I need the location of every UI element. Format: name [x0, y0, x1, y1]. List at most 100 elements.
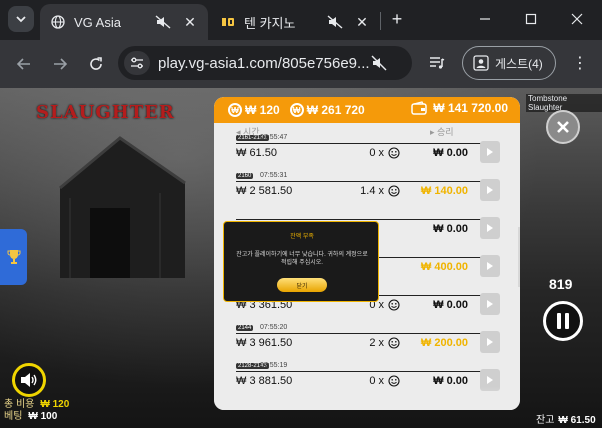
- wallet-icon: [411, 101, 428, 115]
- history-header: ₩ ₩ 120 ₩ ₩ 261 720 ₩ 141 720.00: [214, 97, 520, 123]
- bet-label: 베팅: [4, 411, 23, 422]
- balance-info: 잔고 ₩ 61.50: [536, 411, 596, 426]
- round-bet: ₩ 3 961.50: [236, 337, 293, 349]
- bet-info: 총 비용 ₩ 120 베팅 ₩ 100: [4, 399, 69, 423]
- trophy-button[interactable]: [0, 229, 27, 285]
- arrow-left-icon: [16, 58, 30, 70]
- round-multiplier: 0 x: [369, 375, 384, 387]
- close-game-button[interactable]: [546, 110, 580, 144]
- coin-icon: ₩: [228, 103, 242, 117]
- tab-ten-casino[interactable]: 텐 카지노 ✕: [210, 4, 380, 40]
- total-bet-value: ₩ 120: [40, 399, 70, 410]
- row-divider: [236, 371, 488, 372]
- round-multiplier: 0 x: [369, 147, 384, 159]
- round-win: ₩ 0.00: [433, 299, 468, 311]
- casino-favicon-icon: [220, 14, 236, 30]
- history-row: 2144 07:55:20 ₩ 3 961.50 2 x ₩ 200.00: [214, 323, 520, 361]
- muted-speaker-icon[interactable]: [326, 15, 344, 29]
- pause-button[interactable]: [543, 301, 583, 341]
- replay-button[interactable]: [480, 331, 500, 353]
- replay-button[interactable]: [480, 141, 500, 163]
- media-controls-icon[interactable]: [428, 54, 446, 72]
- round-multiplier: 2 x: [369, 337, 384, 349]
- play-icon: [487, 224, 493, 232]
- browser-menu-button[interactable]: ⋮: [572, 54, 588, 74]
- url-text[interactable]: play.vg-asia1.com/805e756e9...: [158, 55, 370, 72]
- new-tab-button[interactable]: +: [386, 8, 408, 30]
- row-divider: [236, 333, 488, 334]
- site-info-button[interactable]: [124, 51, 150, 75]
- header-bet: ₩ 120: [245, 103, 280, 117]
- header-balance: ₩ 141 720.00: [433, 101, 508, 115]
- round-tag: 2160: [236, 173, 254, 179]
- screen: VG Asia ✕ 텐 카지노 ✕ + play.vg-asia1.com/80…: [0, 0, 602, 428]
- row-divider: [236, 143, 488, 144]
- game-logo: SLAUGHTER: [36, 102, 175, 123]
- total-bet-label: 총 비용: [4, 399, 35, 410]
- chevron-down-icon: [16, 16, 26, 23]
- round-win: ₩ 200.00: [420, 337, 468, 349]
- minimize-button[interactable]: [462, 6, 508, 32]
- guest-profile-icon: [473, 55, 489, 71]
- smiley-icon: [388, 147, 400, 159]
- balance-label: 잔고: [536, 415, 555, 426]
- history-scrollbar[interactable]: [518, 227, 520, 287]
- profile-label: 게스트(4): [495, 56, 543, 71]
- tab-title: VG Asia: [74, 14, 121, 30]
- tune-icon: [131, 57, 143, 69]
- round-time: 07:55:47: [260, 134, 288, 141]
- close-tab-icon[interactable]: ✕: [352, 14, 372, 31]
- replay-button[interactable]: [480, 255, 500, 277]
- round-win: ₩ 0.00: [433, 223, 468, 235]
- smiley-icon: [388, 337, 400, 349]
- balance-value: ₩ 61.50: [558, 415, 596, 426]
- dialog-message: 잔고가 플레이하기에 너무 낮습니다. 귀하의 계정으로 적립해 주십시오.: [236, 252, 368, 266]
- tab-search-button[interactable]: [8, 6, 34, 32]
- globe-icon: [50, 14, 66, 30]
- history-row: 2161-2181 07:55:47 ₩ 61.50 0 x ₩ 0.00: [214, 133, 520, 171]
- tab-title: 텐 카지노: [244, 15, 296, 31]
- panel-fade: [214, 387, 520, 410]
- tab-muted-icon[interactable]: [370, 54, 388, 72]
- play-icon: [487, 300, 493, 308]
- round-win: ₩ 140.00: [420, 185, 468, 197]
- reload-button[interactable]: [84, 52, 108, 76]
- round-multiplier: 1.4 x: [360, 185, 384, 197]
- profile-button[interactable]: 게스트(4): [462, 46, 556, 80]
- tab-separator: [380, 12, 381, 30]
- play-icon: [487, 148, 493, 156]
- back-button[interactable]: [12, 52, 36, 76]
- reload-icon: [90, 57, 102, 70]
- sound-button[interactable]: [12, 363, 46, 397]
- tab-vg-asia[interactable]: VG Asia ✕: [40, 4, 208, 40]
- arrow-right-icon: [54, 58, 68, 70]
- coin-icon: ₩: [289, 103, 304, 117]
- replay-button[interactable]: [480, 179, 500, 201]
- forward-button[interactable]: [48, 52, 72, 76]
- address-bar[interactable]: play.vg-asia1.com/805e756e9...: [118, 46, 412, 80]
- muted-speaker-icon[interactable]: [154, 15, 172, 29]
- play-icon: [487, 338, 493, 346]
- maximize-button[interactable]: [508, 6, 554, 32]
- round-time: 07:55:20: [260, 324, 288, 331]
- round-tag: 2144: [236, 325, 254, 331]
- spin-counter: 819: [549, 276, 573, 292]
- replay-button[interactable]: [480, 217, 500, 239]
- round-win: ₩ 0.00: [433, 147, 468, 159]
- total-bet-line: 총 비용 ₩ 120: [4, 399, 69, 411]
- history-row: 2160 07:55:31 ₩ 2 581.50 1.4 x ₩ 140.00: [214, 171, 520, 209]
- round-win: ₩ 0.00: [433, 375, 468, 387]
- play-icon: [487, 186, 493, 194]
- close-icon: [557, 121, 569, 133]
- dialog-close-button[interactable]: 닫기: [277, 278, 327, 292]
- dialog-title: 잔액 부족: [290, 234, 314, 240]
- close-window-button[interactable]: [554, 6, 600, 32]
- replay-button[interactable]: [480, 293, 500, 315]
- game-viewport[interactable]: SLAUGHTER Tombstone Slaughter ₩ ₩ 120 ₩ …: [0, 88, 602, 428]
- header-total: ₩ 261 720: [306, 103, 365, 117]
- barn-background-icon: [59, 136, 186, 278]
- row-divider: [236, 219, 488, 220]
- smiley-icon: [388, 299, 400, 311]
- round-time: 07:55:31: [260, 172, 288, 179]
- close-tab-icon[interactable]: ✕: [180, 14, 200, 31]
